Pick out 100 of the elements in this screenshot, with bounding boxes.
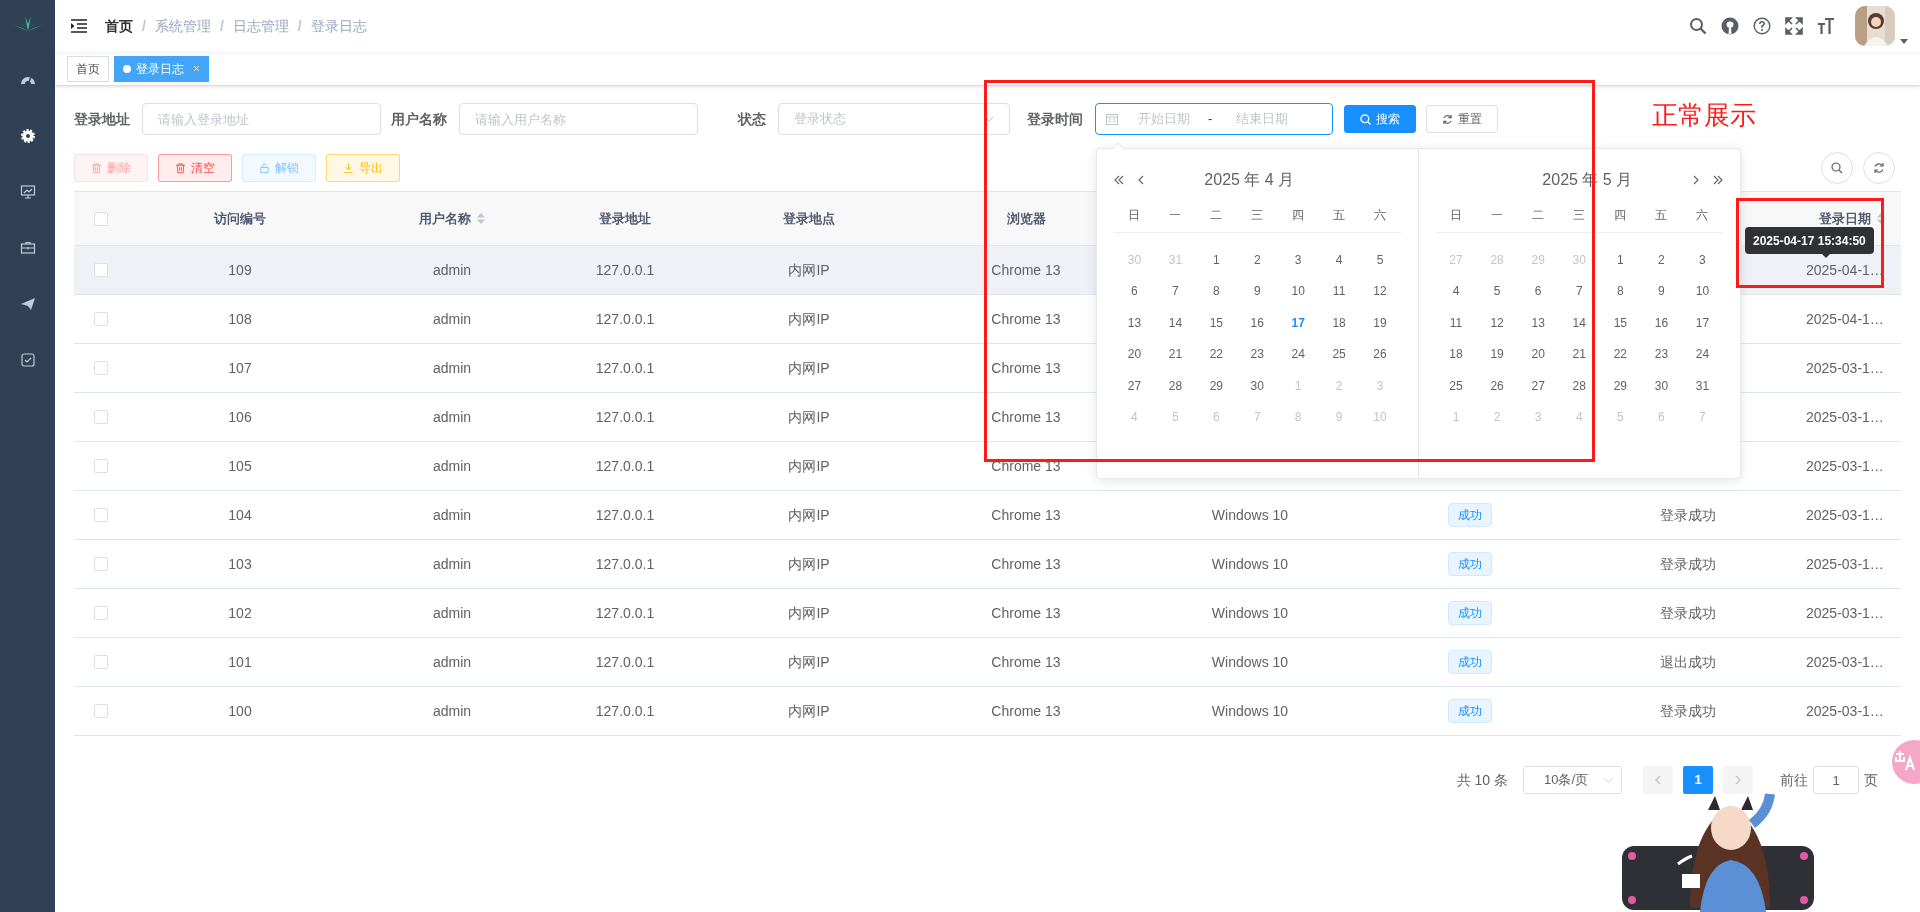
calendar-day[interactable]: 26 bbox=[1490, 376, 1504, 395]
calendar-day[interactable]: 1 bbox=[1616, 250, 1624, 269]
double-chevron-right-icon[interactable] bbox=[1713, 175, 1723, 185]
checkbox[interactable] bbox=[94, 410, 108, 424]
calendar-day[interactable]: 30 bbox=[1250, 376, 1264, 395]
calendar-day[interactable]: 5 bbox=[1376, 250, 1384, 269]
paper-plane-icon[interactable] bbox=[19, 296, 36, 312]
calendar-day[interactable]: 25 bbox=[1449, 376, 1463, 395]
toolbox-icon[interactable] bbox=[19, 240, 36, 256]
calendar-day[interactable]: 16 bbox=[1654, 313, 1669, 332]
checkbox[interactable] bbox=[94, 704, 108, 718]
date-range-field[interactable]: 开始日期 - 结束日期 bbox=[1095, 103, 1333, 135]
calendar-day[interactable]: 28 bbox=[1572, 376, 1586, 395]
breadcrumb-item[interactable]: 首页 bbox=[105, 15, 133, 37]
checkbox[interactable] bbox=[94, 263, 108, 277]
calendar-day[interactable]: 31 bbox=[1695, 376, 1710, 395]
page-input[interactable]: 1 bbox=[1813, 766, 1859, 794]
calendar-day[interactable]: 3 bbox=[1699, 250, 1706, 269]
table-cell-text: 内网IP bbox=[788, 652, 830, 672]
calendar-day[interactable]: 4 bbox=[1335, 250, 1343, 269]
calendar-day[interactable]: 22 bbox=[1209, 345, 1223, 364]
calendar-day[interactable]: 26 bbox=[1373, 345, 1387, 364]
search-button[interactable]: 搜索 bbox=[1344, 105, 1416, 133]
checkbox[interactable] bbox=[94, 606, 108, 620]
calendar-day[interactable]: 19 bbox=[1373, 313, 1387, 332]
calendar-day[interactable]: 15 bbox=[1613, 313, 1627, 332]
calendar-day[interactable]: 21 bbox=[1168, 345, 1183, 364]
calendar-day[interactable]: 30 bbox=[1654, 376, 1669, 395]
calendar-day[interactable]: 20 bbox=[1531, 345, 1545, 364]
calendar-day[interactable]: 29 bbox=[1209, 376, 1223, 395]
fullscreen-icon[interactable] bbox=[1785, 17, 1803, 35]
column-header[interactable]: 登录地址 bbox=[599, 212, 651, 225]
calendar-day[interactable]: 19 bbox=[1490, 345, 1504, 364]
calendar-day[interactable]: 2 bbox=[1658, 250, 1665, 269]
calendar-day[interactable]: 11 bbox=[1449, 313, 1463, 332]
reset-button[interactable]: 重置 bbox=[1426, 105, 1498, 133]
help-icon[interactable] bbox=[1753, 17, 1771, 35]
calendar-day[interactable]: 18 bbox=[1332, 313, 1346, 332]
calendar-day[interactable]: 25 bbox=[1332, 345, 1346, 364]
checkbox[interactable] bbox=[94, 361, 108, 375]
tab[interactable]: 首页 bbox=[67, 55, 109, 82]
column-header[interactable]: 登录日期 bbox=[1818, 212, 1886, 225]
calendar-day[interactable]: 20 bbox=[1127, 345, 1142, 364]
table-cell-text: 内网IP bbox=[788, 309, 830, 329]
calendar-day[interactable]: 18 bbox=[1449, 345, 1463, 364]
calendar-day[interactable]: 16 bbox=[1250, 313, 1264, 332]
search-icon[interactable] bbox=[1689, 17, 1707, 35]
calendar-day[interactable]: 27 bbox=[1127, 376, 1142, 395]
column-header[interactable]: 访问编号 bbox=[214, 212, 266, 225]
monitor-icon[interactable] bbox=[19, 184, 36, 200]
checkbox[interactable] bbox=[94, 459, 108, 473]
calendar-day[interactable]: 22 bbox=[1613, 345, 1627, 364]
gear-icon[interactable] bbox=[19, 128, 36, 144]
calendar-day[interactable]: 24 bbox=[1695, 345, 1710, 364]
translate-icon[interactable] bbox=[1892, 740, 1920, 784]
calendar-day[interactable]: 23 bbox=[1654, 345, 1669, 364]
calendar-day[interactable]: 23 bbox=[1250, 345, 1264, 364]
calendar-day[interactable]: 24 bbox=[1291, 345, 1305, 364]
chevron-left-icon[interactable] bbox=[1138, 175, 1144, 185]
calendar-day[interactable]: 3 bbox=[1294, 250, 1302, 269]
calendar-day[interactable]: 17 bbox=[1291, 313, 1305, 332]
calendar-day[interactable]: 14 bbox=[1572, 313, 1586, 332]
input-field[interactable]: 请输入用户名称 bbox=[459, 103, 698, 135]
checkbox-icon[interactable] bbox=[19, 352, 36, 368]
calendar-day[interactable]: 21 bbox=[1572, 345, 1586, 364]
column-header[interactable]: 登录地点 bbox=[783, 212, 835, 225]
font-size-icon[interactable] bbox=[1817, 17, 1835, 35]
column-header[interactable]: 浏览器 bbox=[1006, 212, 1046, 225]
page-size-select[interactable]: 10条/页 bbox=[1523, 766, 1622, 794]
checkbox[interactable] bbox=[94, 508, 108, 522]
input-field[interactable]: 请输入登录地址 bbox=[142, 103, 381, 135]
close-icon[interactable] bbox=[193, 65, 200, 72]
page-suffix: 页 bbox=[1864, 770, 1878, 790]
caret-down-icon[interactable] bbox=[1900, 39, 1908, 44]
column-header[interactable]: 用户名称 bbox=[418, 212, 486, 225]
chevron-right-icon[interactable] bbox=[1693, 175, 1699, 185]
checkbox[interactable] bbox=[94, 211, 108, 226]
double-chevron-left-icon[interactable] bbox=[1114, 175, 1124, 185]
calendar-day[interactable]: 29 bbox=[1613, 376, 1627, 395]
checkbox[interactable] bbox=[94, 655, 108, 669]
calendar-day[interactable]: 1 bbox=[1212, 250, 1220, 269]
calendar-day[interactable]: 12 bbox=[1490, 313, 1504, 332]
calendar-day[interactable]: 15 bbox=[1209, 313, 1223, 332]
calendar-day[interactable]: 2 bbox=[1253, 250, 1261, 269]
table-cell-text: 2025-03-1… bbox=[1806, 554, 1884, 574]
sort-icon[interactable] bbox=[1875, 212, 1886, 225]
table-cell-text: Windows 10 bbox=[1211, 652, 1289, 672]
calendar-day[interactable]: 13 bbox=[1531, 313, 1545, 332]
page-button[interactable]: 1 bbox=[1683, 766, 1713, 794]
calendar-day[interactable]: 13 bbox=[1127, 313, 1142, 332]
calendar-icon bbox=[1106, 113, 1118, 125]
calendar-day[interactable]: 17 bbox=[1695, 313, 1710, 332]
checkbox[interactable] bbox=[94, 557, 108, 571]
calendar-day[interactable]: 28 bbox=[1168, 376, 1183, 395]
menu-fold-icon[interactable] bbox=[71, 19, 87, 33]
calendar-day[interactable]: 27 bbox=[1531, 376, 1545, 395]
table-cell-text: Chrome 13 bbox=[991, 701, 1061, 721]
chevron-down-icon bbox=[1604, 777, 1613, 783]
calendar-day[interactable]: 14 bbox=[1168, 313, 1183, 332]
checkbox[interactable] bbox=[94, 312, 108, 326]
